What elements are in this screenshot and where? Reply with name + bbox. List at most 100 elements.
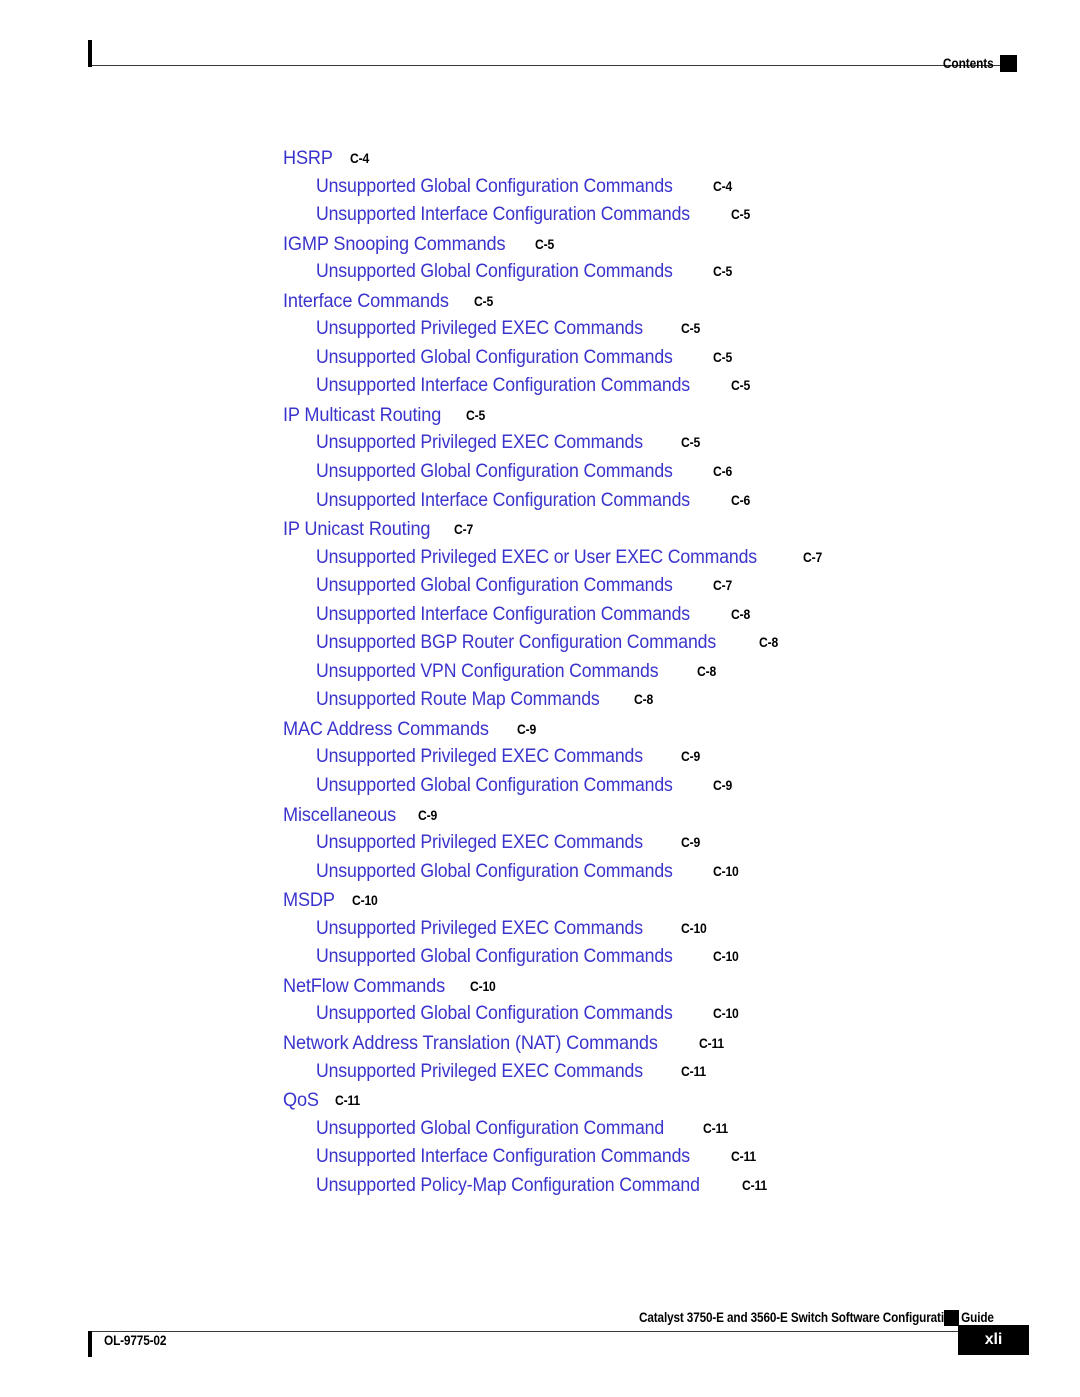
toc-entry-title[interactable]: Unsupported Global Configuration Command…	[316, 772, 673, 801]
toc-entry-level-2[interactable]: Unsupported VPN Configuration Commands C-…	[0, 658, 1080, 687]
toc-entry-title[interactable]: Unsupported Privileged EXEC Commands	[316, 429, 643, 458]
toc-entry-level-2[interactable]: Unsupported Global Configuration Command…	[0, 258, 1080, 287]
toc-entry-title[interactable]: Unsupported Interface Configuration Comm…	[316, 1143, 690, 1172]
toc-entry-title[interactable]: Unsupported Interface Configuration Comm…	[316, 201, 690, 230]
toc-entry-page-number[interactable]: C-10	[713, 858, 739, 887]
toc-entry-page-number[interactable]: C-10	[352, 887, 378, 916]
toc-entry-level-1[interactable]: Miscellaneous C-9	[0, 801, 1080, 830]
toc-entry-level-2[interactable]: Unsupported Interface Configuration Comm…	[0, 601, 1080, 630]
toc-entry-level-1[interactable]: MAC Address Commands C-9	[0, 715, 1080, 744]
toc-entry-title[interactable]: HSRP	[283, 144, 333, 173]
toc-entry-page-number[interactable]: C-11	[699, 1030, 724, 1059]
toc-entry-page-number[interactable]: C-11	[703, 1115, 728, 1144]
toc-entry-title[interactable]: Unsupported Global Configuration Command…	[316, 858, 673, 887]
toc-entry-page-number[interactable]: C-5	[474, 288, 493, 317]
toc-entry-level-2[interactable]: Unsupported Global Configuration Command…	[0, 1000, 1080, 1029]
toc-entry-title[interactable]: Unsupported Global Configuration Command…	[316, 173, 673, 202]
toc-entry-level-2[interactable]: Unsupported Policy-Map Configuration Com…	[0, 1172, 1080, 1201]
toc-entry-level-2[interactable]: Unsupported Global Configuration Command…	[0, 1115, 1080, 1144]
toc-entry-page-number[interactable]: C-11	[681, 1058, 706, 1087]
toc-entry-page-number[interactable]: C-9	[517, 716, 536, 745]
toc-entry-level-1[interactable]: Network Address Translation (NAT) Comman…	[0, 1029, 1080, 1058]
toc-entry-title[interactable]: Unsupported Privileged EXEC Commands	[316, 915, 643, 944]
toc-entry-level-2[interactable]: Unsupported Privileged EXEC Commands C-5	[0, 315, 1080, 344]
toc-entry-level-2[interactable]: Unsupported Privileged EXEC Commands C-9	[0, 743, 1080, 772]
toc-entry-level-2[interactable]: Unsupported Interface Configuration Comm…	[0, 1143, 1080, 1172]
toc-entry-page-number[interactable]: C-10	[470, 973, 496, 1002]
toc-entry-page-number[interactable]: C-9	[713, 772, 732, 801]
toc-entry-level-2[interactable]: Unsupported Privileged EXEC Commands C-11	[0, 1058, 1080, 1087]
toc-entry-title[interactable]: IGMP Snooping Commands	[283, 230, 506, 259]
toc-entry-page-number[interactable]: C-10	[713, 943, 739, 972]
toc-entry-title[interactable]: Unsupported Privileged EXEC Commands	[316, 1058, 643, 1087]
toc-entry-level-1[interactable]: IP Unicast Routing C-7	[0, 515, 1080, 544]
toc-entry-level-2[interactable]: Unsupported Global Configuration Command…	[0, 572, 1080, 601]
toc-entry-title[interactable]: QoS	[283, 1086, 319, 1115]
toc-entry-page-number[interactable]: C-11	[335, 1087, 360, 1116]
toc-entry-title[interactable]: Unsupported VPN Configuration Commands	[316, 658, 659, 687]
toc-entry-level-2[interactable]: Unsupported Global Configuration Command…	[0, 173, 1080, 202]
toc-entry-level-2[interactable]: Unsupported Interface Configuration Comm…	[0, 201, 1080, 230]
toc-entry-level-2[interactable]: Unsupported Privileged EXEC or User EXEC…	[0, 544, 1080, 573]
toc-entry-level-2[interactable]: Unsupported Privileged EXEC Commands C-5	[0, 429, 1080, 458]
toc-entry-level-1[interactable]: MSDP C-10	[0, 886, 1080, 915]
toc-entry-title[interactable]: IP Multicast Routing	[283, 401, 441, 430]
toc-entry-level-2[interactable]: Unsupported Privileged EXEC Commands C-9	[0, 829, 1080, 858]
toc-entry-title[interactable]: MAC Address Commands	[283, 715, 489, 744]
toc-entry-page-number[interactable]: C-6	[731, 487, 750, 516]
toc-entry-title[interactable]: Unsupported Privileged EXEC or User EXEC…	[316, 544, 757, 573]
toc-entry-level-2[interactable]: Unsupported Global Configuration Command…	[0, 344, 1080, 373]
toc-entry-level-1[interactable]: QoS C-11	[0, 1086, 1080, 1115]
toc-entry-level-2[interactable]: Unsupported Privileged EXEC Commands C-10	[0, 915, 1080, 944]
toc-entry-title[interactable]: Unsupported Global Configuration Command…	[316, 258, 673, 287]
toc-entry-level-2[interactable]: Unsupported BGP Router Configuration Com…	[0, 629, 1080, 658]
toc-entry-page-number[interactable]: C-4	[713, 173, 732, 202]
toc-entry-level-2[interactable]: Unsupported Route Map Commands C-8	[0, 686, 1080, 715]
toc-entry-page-number[interactable]: C-11	[742, 1172, 767, 1201]
toc-entry-level-2[interactable]: Unsupported Global Configuration Command…	[0, 772, 1080, 801]
toc-entry-title[interactable]: Interface Commands	[283, 287, 449, 316]
toc-entry-level-2[interactable]: Unsupported Interface Configuration Comm…	[0, 372, 1080, 401]
toc-entry-title[interactable]: MSDP	[283, 886, 335, 915]
toc-entry-page-number[interactable]: C-8	[759, 629, 778, 658]
toc-entry-page-number[interactable]: C-7	[454, 516, 473, 545]
toc-entry-title[interactable]: NetFlow Commands	[283, 972, 445, 1001]
toc-entry-page-number[interactable]: C-5	[681, 429, 700, 458]
toc-entry-level-2[interactable]: Unsupported Interface Configuration Comm…	[0, 487, 1080, 516]
toc-entry-page-number[interactable]: C-5	[713, 344, 732, 373]
toc-entry-page-number[interactable]: C-5	[731, 372, 750, 401]
toc-entry-title[interactable]: Unsupported Global Configuration Command…	[316, 943, 673, 972]
toc-entry-page-number[interactable]: C-7	[803, 544, 822, 573]
toc-entry-title[interactable]: Unsupported Global Configuration Command…	[316, 458, 673, 487]
toc-entry-page-number[interactable]: C-10	[681, 915, 707, 944]
toc-entry-page-number[interactable]: C-8	[697, 658, 716, 687]
toc-entry-level-1[interactable]: IGMP Snooping Commands C-5	[0, 230, 1080, 259]
toc-entry-title[interactable]: Network Address Translation (NAT) Comman…	[283, 1029, 658, 1058]
toc-entry-level-1[interactable]: HSRP C-4	[0, 144, 1080, 173]
toc-entry-level-1[interactable]: Interface Commands C-5	[0, 287, 1080, 316]
toc-entry-page-number[interactable]: C-10	[713, 1000, 739, 1029]
toc-entry-level-2[interactable]: Unsupported Global Configuration Command…	[0, 943, 1080, 972]
toc-entry-page-number[interactable]: C-5	[535, 231, 554, 260]
toc-entry-title[interactable]: Unsupported BGP Router Configuration Com…	[316, 629, 716, 658]
toc-entry-page-number[interactable]: C-9	[681, 829, 700, 858]
toc-entry-page-number[interactable]: C-9	[681, 743, 700, 772]
toc-entry-title[interactable]: Unsupported Policy-Map Configuration Com…	[316, 1172, 700, 1201]
toc-entry-title[interactable]: Unsupported Interface Configuration Comm…	[316, 487, 690, 516]
toc-entry-title[interactable]: IP Unicast Routing	[283, 515, 431, 544]
toc-entry-page-number[interactable]: C-5	[731, 201, 750, 230]
toc-entry-title[interactable]: Unsupported Global Configuration Command…	[316, 1000, 673, 1029]
toc-entry-title[interactable]: Unsupported Global Configuration Command…	[316, 572, 673, 601]
toc-entry-level-1[interactable]: IP Multicast Routing C-5	[0, 401, 1080, 430]
toc-entry-page-number[interactable]: C-9	[418, 802, 437, 831]
toc-entry-page-number[interactable]: C-6	[713, 458, 732, 487]
toc-entry-level-2[interactable]: Unsupported Global Configuration Command…	[0, 458, 1080, 487]
toc-entry-title[interactable]: Unsupported Global Configuration Command…	[316, 344, 673, 373]
toc-entry-page-number[interactable]: C-11	[731, 1143, 756, 1172]
toc-entry-title[interactable]: Unsupported Privileged EXEC Commands	[316, 829, 643, 858]
toc-entry-title[interactable]: Unsupported Route Map Commands	[316, 686, 600, 715]
toc-entry-title[interactable]: Unsupported Privileged EXEC Commands	[316, 315, 643, 344]
toc-entry-page-number[interactable]: C-7	[713, 572, 732, 601]
toc-entry-page-number[interactable]: C-5	[466, 402, 485, 431]
toc-entry-page-number[interactable]: C-5	[713, 258, 732, 287]
